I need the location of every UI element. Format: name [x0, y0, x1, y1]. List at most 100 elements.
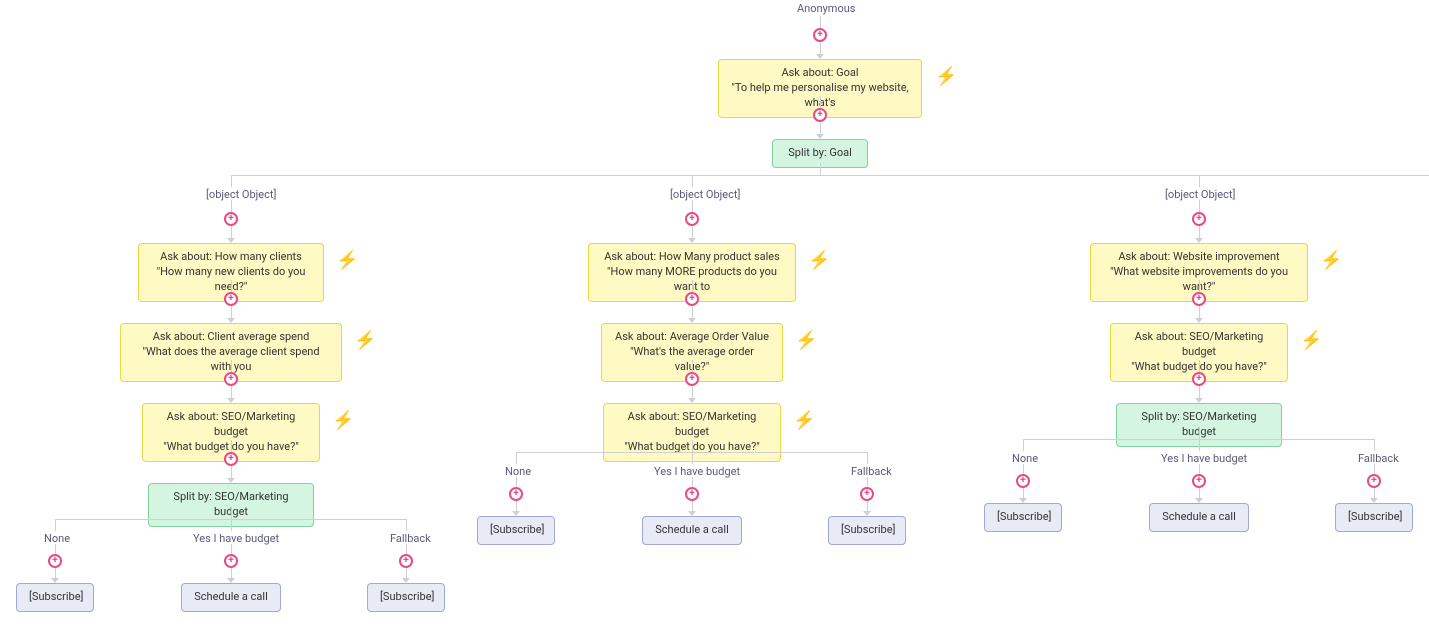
connector [692, 226, 693, 238]
connector [516, 501, 517, 511]
add-node-dot[interactable] [685, 292, 699, 306]
add-node-dot[interactable] [685, 212, 699, 226]
connector [231, 175, 232, 187]
node-title: Ask about: SEO/Marketing budget [1123, 330, 1275, 360]
node-title: Ask about: Client average spend [133, 330, 329, 345]
schedule-call-node[interactable]: Schedule a call [1149, 503, 1249, 532]
subscribe-node[interactable]: [Subscribe] [367, 583, 445, 612]
connector [516, 477, 517, 487]
add-node-dot[interactable] [224, 292, 238, 306]
connector [406, 544, 407, 554]
node-title: Ask about: SEO/Marketing budget [155, 410, 307, 440]
subscribe-node[interactable]: [Subscribe] [16, 583, 94, 612]
lightning-icon: ⚡ [793, 410, 815, 431]
branch-label: [object Object] [206, 188, 276, 201]
connector [231, 519, 232, 531]
node-label: [Subscribe] [380, 590, 434, 603]
add-node-dot[interactable] [813, 108, 827, 122]
connector [820, 42, 821, 54]
connector [820, 96, 821, 108]
connector [231, 440, 232, 452]
add-node-dot[interactable] [685, 372, 699, 386]
connector [1199, 175, 1200, 187]
connector [820, 163, 821, 175]
add-node-dot[interactable] [224, 212, 238, 226]
add-node-dot[interactable] [399, 554, 413, 568]
connector [692, 175, 693, 187]
connector [231, 226, 232, 238]
connector [231, 507, 232, 519]
add-node-dot[interactable] [1192, 292, 1206, 306]
connector [820, 122, 821, 134]
add-node-dot[interactable] [1192, 212, 1206, 226]
schedule-call-node[interactable]: Schedule a call [181, 583, 281, 612]
branch-label: [object Object] [670, 188, 740, 201]
connector [867, 501, 868, 511]
connector [231, 386, 232, 398]
node-label: [Subscribe] [1348, 510, 1402, 523]
option-label: Fallback [390, 532, 431, 545]
option-label: None [1012, 452, 1038, 465]
add-node-dot[interactable] [1192, 474, 1206, 488]
node-label: Split by: Goal [785, 146, 855, 161]
lightning-icon: ⚡ [332, 410, 354, 431]
connector [692, 280, 693, 292]
lightning-icon: ⚡ [795, 330, 817, 351]
add-node-dot[interactable] [224, 452, 238, 466]
lightning-icon: ⚡ [1320, 250, 1342, 271]
lightning-icon: ⚡ [354, 330, 376, 351]
node-title: Ask about: SEO/Marketing budget [616, 410, 768, 440]
connector [231, 568, 232, 578]
subscribe-node[interactable]: [Subscribe] [984, 503, 1062, 532]
connector [1023, 488, 1024, 498]
subscribe-node[interactable]: [Subscribe] [1335, 503, 1413, 532]
add-node-dot[interactable] [224, 554, 238, 568]
connector [1199, 427, 1200, 439]
connector [231, 175, 1429, 176]
flow-canvas[interactable]: Anonymous Ask about: Goal "To help me pe… [0, 0, 1429, 627]
connector [55, 568, 56, 578]
node-label: [Subscribe] [490, 523, 544, 536]
add-node-dot[interactable] [509, 487, 523, 501]
connector [55, 544, 56, 554]
connector [1374, 488, 1375, 498]
add-node-dot[interactable] [48, 554, 62, 568]
lightning-icon: ⚡ [1300, 330, 1322, 351]
connector [55, 519, 56, 531]
connector [1199, 200, 1200, 212]
node-label: Schedule a call [655, 523, 729, 536]
connector [692, 200, 693, 212]
connector [1199, 226, 1200, 238]
connector [1023, 464, 1024, 474]
add-node-dot[interactable] [860, 487, 874, 501]
connector [692, 477, 693, 487]
node-title: Ask about: Website improvement [1103, 250, 1295, 265]
connector [231, 360, 232, 372]
add-node-dot[interactable] [685, 487, 699, 501]
add-node-dot[interactable] [1016, 474, 1030, 488]
add-node-dot[interactable] [224, 372, 238, 386]
node-title: Ask about: How many clients [151, 250, 311, 265]
connector [406, 519, 407, 531]
option-label: Yes I have budget [1161, 452, 1247, 465]
lightning-icon: ⚡ [935, 66, 957, 87]
option-label: Fallback [851, 465, 892, 478]
connector [1199, 439, 1200, 451]
option-label: Fallback [1358, 452, 1399, 465]
connector [692, 452, 693, 464]
option-label: None [505, 465, 531, 478]
schedule-call-node[interactable]: Schedule a call [642, 516, 742, 545]
add-node-dot[interactable] [1192, 372, 1206, 386]
subscribe-node[interactable]: [Subscribe] [828, 516, 906, 545]
add-node-dot[interactable] [1367, 474, 1381, 488]
subscribe-node[interactable]: [Subscribe] [477, 516, 555, 545]
connector [1199, 386, 1200, 398]
connector [1374, 439, 1375, 451]
add-node-dot[interactable] [813, 28, 827, 42]
connector [692, 306, 693, 318]
connector [1199, 280, 1200, 292]
branch-label: [object Object] [1165, 188, 1235, 201]
node-title: Ask about: Goal [731, 66, 909, 81]
node-label: [Subscribe] [841, 523, 895, 536]
root-label: Anonymous [797, 2, 855, 15]
